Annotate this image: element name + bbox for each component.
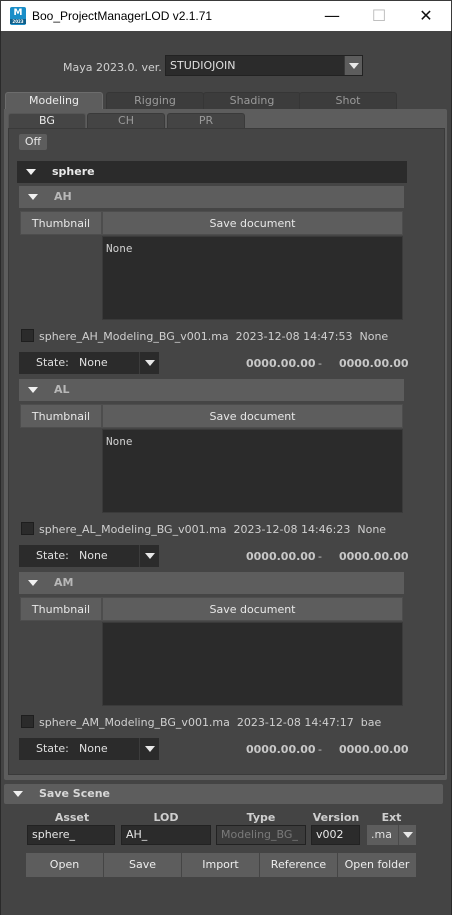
state-value: None <box>79 549 108 562</box>
save-document-button[interactable]: Save document <box>102 404 403 428</box>
save-button[interactable]: Save <box>104 853 182 877</box>
save-scene-label: Save Scene <box>39 787 111 800</box>
save-document-button[interactable]: Save document <box>102 211 403 235</box>
date-end: 0000.00.00 <box>339 550 409 563</box>
chevron-down-icon <box>139 545 159 567</box>
ext-column-label: Ext <box>381 811 402 824</box>
date-separator: - <box>318 357 322 370</box>
subtab-pr[interactable]: PR <box>167 113 245 128</box>
date-end: 0000.00.00 <box>339 357 409 370</box>
date-start: 0000.00.00 <box>246 550 316 563</box>
state-label: State: <box>36 549 69 562</box>
collapse-triangle-icon <box>28 580 38 586</box>
chevron-down-icon <box>139 352 159 374</box>
collapse-triangle-icon <box>26 169 36 175</box>
state-value: None <box>79 356 108 369</box>
state-select[interactable]: State: None <box>19 352 159 374</box>
date-end: 0000.00.00 <box>339 743 409 756</box>
file-checkbox[interactable] <box>21 329 34 342</box>
ext-select[interactable]: .ma <box>367 825 416 845</box>
version-column-label: Version <box>312 811 360 824</box>
document-text-area[interactable]: None <box>102 429 403 513</box>
section-header-am[interactable]: AM <box>19 572 404 594</box>
window-title: Boo_ProjectManagerLOD v2.1.71 <box>32 9 213 23</box>
thumbnail-button[interactable]: Thumbnail <box>20 211 102 235</box>
ext-select-value: .ma <box>371 828 392 841</box>
state-label: State: <box>36 742 69 755</box>
file-info-row: sphere_AL_Modeling_BG_v001.ma 2023-12-08… <box>39 523 386 536</box>
section-header-ah[interactable]: AH <box>19 186 404 208</box>
date-start: 0000.00.00 <box>246 357 316 370</box>
lod-input[interactable]: AH_ <box>121 825 211 845</box>
asset-column-label: Asset <box>54 811 90 824</box>
tab-shading[interactable]: Shading <box>203 92 301 109</box>
file-timestamp: 2023-12-08 14:47:53 <box>235 330 353 343</box>
file-name: sphere_AH_Modeling_BG_v001.ma <box>39 330 229 343</box>
asset-input[interactable]: sphere_ <box>27 825 115 845</box>
state-select[interactable]: State: None <box>19 545 159 567</box>
lod-column-label: LOD <box>153 811 179 824</box>
studio-select[interactable]: STUDIOJOIN <box>165 55 363 76</box>
collapse-triangle-icon <box>28 387 38 393</box>
tab-shot[interactable]: Shot <box>299 92 397 109</box>
off-toggle-button[interactable]: Off <box>19 134 47 150</box>
section-header-label: AL <box>54 383 70 396</box>
section-header-label: AH <box>54 190 72 203</box>
file-info-row: sphere_AH_Modeling_BG_v001.ma 2023-12-08… <box>39 330 388 343</box>
maya-app-icon: M 2023 <box>10 7 26 25</box>
type-column-label: Type <box>246 811 276 824</box>
date-separator: - <box>318 550 322 563</box>
tab-modeling[interactable]: Modeling <box>5 92 103 109</box>
collapse-triangle-icon <box>28 194 38 200</box>
file-name: sphere_AL_Modeling_BG_v001.ma <box>39 523 227 536</box>
maya-version-label: Maya 2023.0. ver. : <box>63 61 169 74</box>
file-timestamp: 2023-12-08 14:46:23 <box>233 523 351 536</box>
open-folder-button[interactable]: Open folder <box>338 853 416 877</box>
file-checkbox[interactable] <box>21 715 34 728</box>
section-header-label: AM <box>54 576 74 589</box>
open-button[interactable]: Open <box>26 853 104 877</box>
reference-button[interactable]: Reference <box>260 853 338 877</box>
subtab-bg[interactable]: BG <box>8 113 86 128</box>
studio-select-value: STUDIOJOIN <box>170 59 236 72</box>
chevron-down-icon <box>139 738 159 760</box>
collapse-triangle-icon <box>13 791 23 797</box>
state-label: State: <box>36 356 69 369</box>
version-input[interactable]: v002 <box>311 825 360 845</box>
maximize-button[interactable]: ☐ <box>356 1 402 32</box>
document-text-area[interactable] <box>102 622 403 706</box>
minimize-button[interactable]: — <box>309 1 355 32</box>
state-select[interactable]: State: None <box>19 738 159 760</box>
file-name: sphere_AM_Modeling_BG_v001.ma <box>39 716 230 729</box>
close-button[interactable]: ✕ <box>403 1 449 32</box>
file-user: None <box>357 523 387 536</box>
file-timestamp: 2023-12-08 14:47:17 <box>236 716 354 729</box>
title-bar: M 2023 Boo_ProjectManagerLOD v2.1.71 — ☐ … <box>0 0 452 31</box>
file-user: bae <box>360 716 382 729</box>
thumbnail-button[interactable]: Thumbnail <box>20 404 102 428</box>
date-start: 0000.00.00 <box>246 743 316 756</box>
section-header-al[interactable]: AL <box>19 379 404 401</box>
save-scene-header[interactable]: Save Scene <box>4 784 443 804</box>
document-text-area[interactable]: None <box>102 236 403 320</box>
group-header-sphere[interactable]: sphere <box>17 161 407 183</box>
subtab-ch[interactable]: CH <box>87 113 165 128</box>
chevron-down-icon <box>398 825 416 845</box>
chevron-down-icon <box>344 56 362 75</box>
type-input: Modeling_BG_ <box>216 825 306 845</box>
tab-rigging[interactable]: Rigging <box>106 92 204 109</box>
file-checkbox[interactable] <box>21 522 34 535</box>
thumbnail-button[interactable]: Thumbnail <box>20 597 102 621</box>
import-button[interactable]: Import <box>182 853 260 877</box>
state-value: None <box>79 742 108 755</box>
date-separator: - <box>318 743 322 756</box>
file-info-row: sphere_AM_Modeling_BG_v001.ma 2023-12-08… <box>39 716 381 729</box>
group-header-label: sphere <box>52 165 95 178</box>
save-document-button[interactable]: Save document <box>102 597 403 621</box>
file-user: None <box>359 330 389 343</box>
